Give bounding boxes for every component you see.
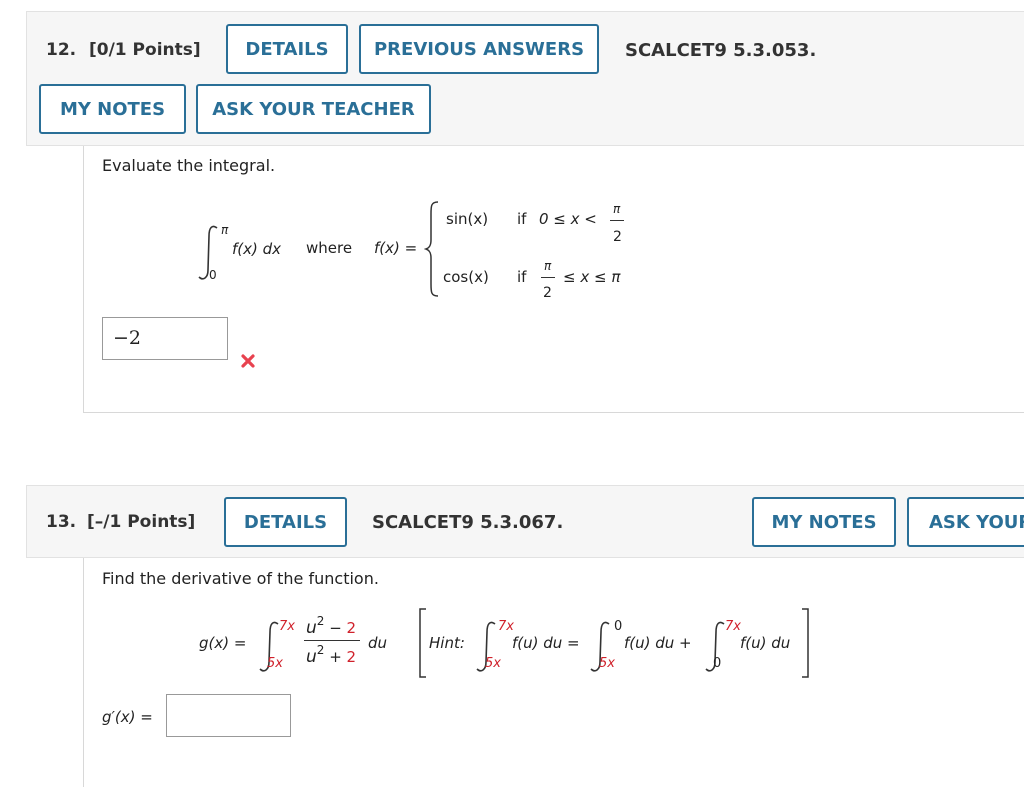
question-points: [–/1 Points]	[87, 512, 196, 532]
hint3-lower-limit: 0	[713, 656, 722, 671]
case1-condition: 0 ≤ x <	[539, 210, 597, 228]
problem-reference: SCALCET9 5.3.067.	[372, 512, 564, 533]
numerator-base: u	[306, 618, 317, 638]
case2-expression: cos(x)	[443, 268, 489, 286]
case1-frac-den: 2	[613, 229, 622, 245]
integral-lower-limit: 0	[209, 268, 217, 282]
differential: du	[368, 634, 388, 652]
details-button[interactable]: DETAILS	[224, 497, 347, 547]
case1-frac-bar	[610, 220, 624, 221]
integrand: f(x) dx	[232, 240, 282, 258]
my-notes-button[interactable]: MY NOTES	[752, 497, 896, 547]
case2-frac-den: 2	[543, 285, 552, 301]
piecewise-brace	[424, 201, 439, 297]
case2-condition: ≤ x ≤ π	[563, 268, 621, 286]
question-number: 12.	[46, 40, 77, 60]
hint1-lower-limit: 5x	[485, 656, 501, 671]
denominator-plus: +	[324, 648, 347, 666]
my-notes-button[interactable]: MY NOTES	[39, 84, 186, 134]
hint-left-bracket	[419, 608, 426, 678]
fraction-numerator: u2 − 2	[306, 614, 357, 638]
case1-if: if	[517, 210, 527, 228]
q13-header: 13. [–/1 Points] DETAILS SCALCET9 5.3.06…	[26, 485, 1024, 558]
q12-header: 12. [0/1 Points] DETAILS PREVIOUS ANSWER…	[26, 11, 1024, 146]
case2-if: if	[517, 268, 527, 286]
numerator-constant: 2	[346, 619, 357, 637]
where-text: where	[306, 239, 353, 257]
ask-teacher-button[interactable]: ASK YOUR TEACHER	[196, 84, 431, 134]
case2-frac-num: π	[544, 259, 552, 273]
ask-teacher-button[interactable]: ASK YOUR	[907, 497, 1024, 547]
answer-input[interactable]	[166, 694, 291, 737]
numerator-minus: −	[324, 619, 347, 637]
denominator-base: u	[306, 647, 317, 667]
case1-expression: sin(x)	[446, 210, 489, 228]
q12-body: Evaluate the integral. π 0 f(x) dx where…	[83, 146, 1024, 413]
question-prompt: Evaluate the integral.	[102, 156, 276, 175]
case1-frac-num: π	[613, 202, 621, 216]
details-button[interactable]: DETAILS	[226, 24, 348, 74]
problem-reference: SCALCET9 5.3.053.	[625, 40, 817, 61]
case2-frac-bar	[541, 277, 555, 278]
hint1-term: f(u) du =	[512, 634, 580, 652]
hint2-upper-limit: 0	[614, 619, 623, 634]
question-number: 13.	[46, 512, 77, 532]
integral-upper-limit: π	[221, 223, 229, 237]
question-prompt: Find the derivative of the function.	[102, 569, 379, 588]
hint-right-bracket	[802, 608, 809, 678]
answer-value: −2	[113, 327, 142, 349]
hint1-upper-limit: 7x	[498, 619, 514, 634]
hint2-term: f(u) du +	[624, 634, 692, 652]
answer-label: g′(x) =	[102, 708, 153, 726]
function-label: f(x) =	[374, 239, 418, 257]
hint3-term: f(u) du	[740, 634, 791, 652]
g-label: g(x) =	[199, 634, 247, 652]
answer-input[interactable]: −2	[102, 317, 228, 360]
hint-label: Hint:	[429, 634, 465, 652]
integral-upper-limit: 7x	[279, 619, 295, 634]
question-points: [0/1 Points]	[89, 40, 201, 60]
incorrect-x-icon	[241, 354, 255, 368]
previous-answers-button[interactable]: PREVIOUS ANSWERS	[359, 24, 599, 74]
hint3-upper-limit: 7x	[725, 619, 741, 634]
integral-lower-limit: 5x	[267, 656, 283, 671]
fraction-bar	[304, 640, 360, 641]
hint2-lower-limit: 5x	[599, 656, 615, 671]
denominator-constant: 2	[346, 648, 357, 666]
q13-body: Find the derivative of the function. g(x…	[83, 558, 1024, 787]
fraction-denominator: u2 + 2	[306, 643, 357, 667]
